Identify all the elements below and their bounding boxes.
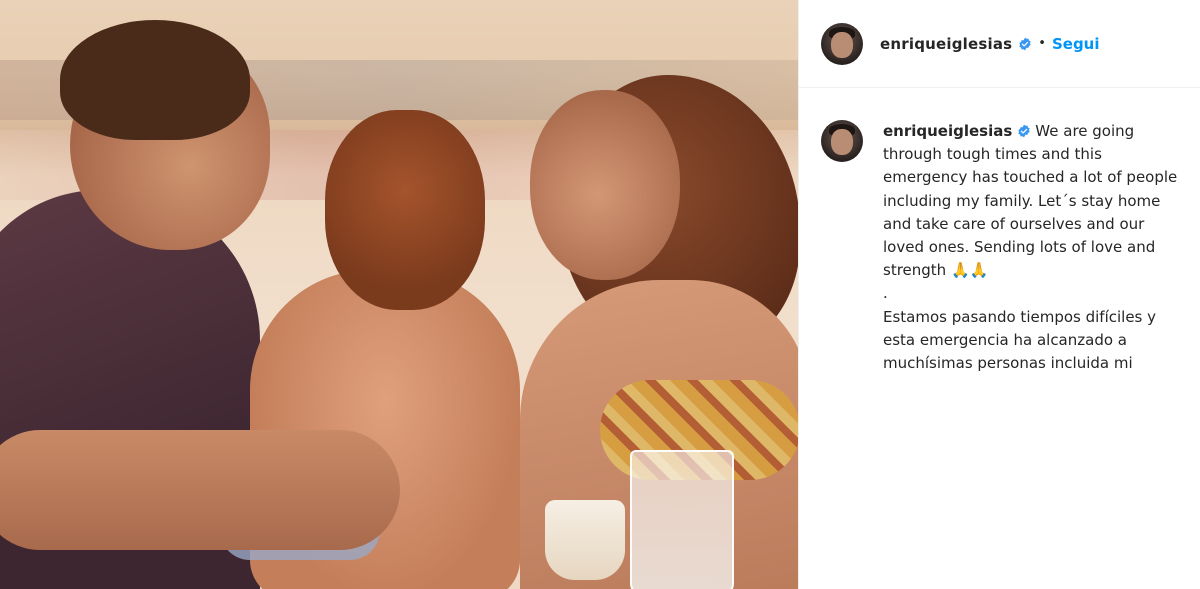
caption-username[interactable]: enriqueiglesias [883, 122, 1012, 140]
header-username[interactable]: enriqueiglesias [880, 35, 1012, 53]
follow-button[interactable]: Segui [1052, 35, 1100, 53]
caption-spanish: Estamos pasando tiempos difíciles y esta… [883, 307, 1157, 373]
post-header: enriqueiglesias • Segui [799, 0, 1200, 88]
header-separator: • [1038, 36, 1046, 51]
caption-avatar[interactable] [821, 120, 863, 162]
photo-cup [545, 500, 625, 580]
praying-hands-icon: 🙏🙏 [950, 261, 989, 280]
post-side-panel: enriqueiglesias • Segui enriqueiglesias … [798, 0, 1200, 589]
photo-man-arm [0, 430, 400, 550]
avatar-face [831, 31, 853, 58]
photo-woman-face [530, 90, 680, 280]
post-photo[interactable] [0, 0, 798, 589]
profile-avatar[interactable] [821, 22, 863, 65]
instagram-post: enriqueiglesias • Segui enriqueiglesias … [0, 0, 1200, 589]
avatar-face [831, 129, 853, 155]
photo-man-hair [60, 20, 250, 140]
caption-english: We are going through tough times and thi… [883, 122, 1178, 280]
verified-badge-icon [1019, 37, 1031, 50]
caption-divider: . [883, 284, 888, 303]
verified-badge-icon [1018, 124, 1030, 138]
caption-comment: enriqueiglesias We are going through tou… [799, 88, 1200, 375]
caption-text: enriqueiglesias We are going through tou… [883, 120, 1184, 375]
photo-child-head [325, 110, 485, 310]
photo-glass [630, 450, 734, 589]
